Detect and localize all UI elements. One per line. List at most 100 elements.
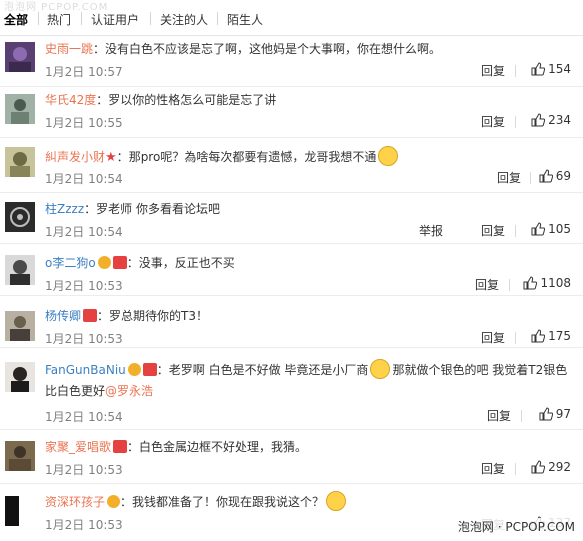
comment-content: 华氏42度：罗以你的性格怎么可能是忘了讲 <box>45 93 277 107</box>
username-link[interactable]: 史雨一跳 <box>45 42 93 56</box>
like-button[interactable]: 154 <box>531 62 571 76</box>
comment-item: 华氏42度：罗以你的性格怎么可能是忘了讲 1月2日 10:55 回复 234 <box>0 87 583 138</box>
comment-date: 1月2日 10:54 <box>45 410 123 424</box>
comment-item: 糾声发小财★：那pro呢？為啥每次都要有遗憾，龙哥我想不通 1月2日 10:54… <box>0 138 583 193</box>
thumb-up-icon <box>539 169 553 183</box>
report-button[interactable]: 举报 <box>419 222 443 239</box>
reply-button[interactable]: 回复 <box>481 113 505 130</box>
thumb-up-icon <box>531 329 546 343</box>
filter-tabs: 全部 热门 认证用户 关注的人 陌生人 <box>0 0 583 36</box>
comment-actions: 回复 234 <box>371 113 571 131</box>
crying-emoji-icon <box>378 146 399 166</box>
member-badge-icon <box>113 440 128 453</box>
avatar[interactable] <box>5 42 35 72</box>
reply-button[interactable]: 回复 <box>497 169 521 186</box>
comment-date: 1月2日 10:54 <box>45 172 123 186</box>
avatar[interactable] <box>5 147 35 177</box>
username-link[interactable]: FanGunBaNiu <box>45 363 126 377</box>
reply-button[interactable]: 回复 <box>481 460 505 477</box>
thumb-up-icon <box>531 460 546 474</box>
avatar[interactable] <box>5 202 35 232</box>
comment-actions: 回复 292 <box>371 460 571 478</box>
tab-hot[interactable]: 热门 <box>47 11 71 28</box>
like-button[interactable]: 97 <box>539 407 571 421</box>
reply-button[interactable]: 回复 <box>481 62 505 79</box>
avatar[interactable] <box>5 255 35 285</box>
action-divider <box>530 172 531 184</box>
tab-divider <box>217 12 218 25</box>
avatar[interactable] <box>5 94 35 124</box>
comment-content: o李二狗o ：没事，反正也不买 <box>45 256 235 270</box>
smile-emoji-icon <box>326 491 347 511</box>
action-divider <box>509 279 510 291</box>
comment-date: 1月2日 10:53 <box>45 518 123 532</box>
comment-content: 史雨一跳：没有白色不应该是忘了啊，这他妈是个大事啊，你在想什么啊。 <box>45 42 442 56</box>
action-divider <box>515 332 516 344</box>
username-link[interactable]: 家聚_爱唱歌 <box>45 440 111 454</box>
comment-text: 白色金属边框不好处理，我猜。 <box>139 440 308 454</box>
username-link[interactable]: 糾声发小财 <box>45 150 105 164</box>
comment-item: o李二狗o ：没事，反正也不买 1月2日 10:53 回复 1108 <box>0 244 583 296</box>
member-badge-icon <box>83 309 98 322</box>
tab-divider <box>81 12 82 25</box>
comment-item: 家聚_爱唱歌 ：白色金属边框不好处理，我猜。 1月2日 10:53 回复 292 <box>0 430 583 484</box>
like-count: 1108 <box>540 276 571 290</box>
like-count: 234 <box>548 113 571 127</box>
comment-text: 没有白色不应该是忘了啊，这他妈是个大事啊，你在想什么啊。 <box>105 42 442 56</box>
comment-item: 史雨一跳：没有白色不应该是忘了啊，这他妈是个大事啊，你在想什么啊。 1月2日 1… <box>0 36 583 87</box>
username-link[interactable]: 华氏42度 <box>45 93 96 107</box>
like-button[interactable]: 1108 <box>523 276 571 290</box>
reply-button[interactable]: 回复 <box>481 329 505 346</box>
like-button[interactable]: 234 <box>531 113 571 127</box>
tab-verified[interactable]: 认证用户 <box>91 11 139 28</box>
username-link[interactable]: o李二狗o <box>45 256 96 270</box>
comment-text: 罗以你的性格怎么可能是忘了讲 <box>108 93 277 107</box>
username-link[interactable]: 杨传卿 <box>45 309 81 323</box>
like-count: 97 <box>555 407 571 421</box>
like-count: 175 <box>548 329 571 343</box>
action-divider <box>515 65 516 77</box>
like-count: 154 <box>548 62 571 76</box>
reply-button[interactable]: 回复 <box>481 222 505 239</box>
avatar[interactable] <box>5 496 35 526</box>
like-button[interactable]: 69 <box>539 169 571 183</box>
reply-button[interactable]: 回复 <box>487 407 511 424</box>
vip-badge-icon <box>97 256 111 269</box>
member-badge-icon <box>142 363 157 376</box>
cat-emoji-icon <box>370 359 391 379</box>
comment-text: 罗老师 你多看看论坛吧 <box>96 202 220 216</box>
reply-button[interactable]: 回复 <box>475 276 499 293</box>
like-button[interactable]: 175 <box>531 329 571 343</box>
avatar[interactable] <box>5 441 35 471</box>
username-link[interactable]: 柱Zzzz <box>45 202 84 216</box>
comment-content: 资深环孩子 ：我钱都准备了！你现在跟我说这个？ <box>45 491 577 512</box>
avatar[interactable] <box>5 362 35 392</box>
username-link[interactable]: 资深环孩子 <box>45 495 105 509</box>
comment-date: 1月2日 10:53 <box>45 332 123 346</box>
like-button[interactable]: 292 <box>531 460 571 474</box>
comment-date: 1月2日 10:54 <box>45 225 123 239</box>
thumb-up-icon <box>531 62 546 76</box>
comment-date: 1月2日 10:57 <box>45 65 123 79</box>
mention-link[interactable]: @罗永浩 <box>105 384 153 398</box>
comment-item: 柱Zzzz：罗老师 你多看看论坛吧 1月2日 10:54 举报 回复 105 <box>0 193 583 244</box>
comment-actions: 回复 175 <box>371 329 571 347</box>
comment-item: 杨传卿 ：罗总期待你的T3！ 1月2日 10:53 回复 175 <box>0 296 583 348</box>
watermark-bottom: 泡泡网 · PCPOP.COM <box>455 518 577 535</box>
comment-content: 柱Zzzz：罗老师 你多看看论坛吧 <box>45 202 220 216</box>
comment-content: 家聚_爱唱歌 ：白色金属边框不好处理，我猜。 <box>45 440 308 454</box>
action-divider <box>515 116 516 128</box>
comment-text: 我钱都准备了！你现在跟我说这个？ <box>132 495 325 509</box>
comment-content: 糾声发小财★：那pro呢？為啥每次都要有遗憾，龙哥我想不通 <box>45 146 577 168</box>
tab-divider <box>150 12 151 25</box>
tab-following[interactable]: 关注的人 <box>160 11 208 28</box>
tab-strangers[interactable]: 陌生人 <box>227 11 263 28</box>
avatar[interactable] <box>5 311 35 341</box>
like-count: 105 <box>548 222 571 236</box>
like-button[interactable]: 105 <box>531 222 571 236</box>
comment-text: 那pro呢？為啥每次都要有遗憾，龙哥我想不通 <box>128 150 377 164</box>
action-divider <box>515 225 516 237</box>
thumb-up-icon <box>523 276 538 290</box>
tab-all[interactable]: 全部 <box>4 11 28 28</box>
comment-actions: 回复 97 <box>371 407 571 425</box>
